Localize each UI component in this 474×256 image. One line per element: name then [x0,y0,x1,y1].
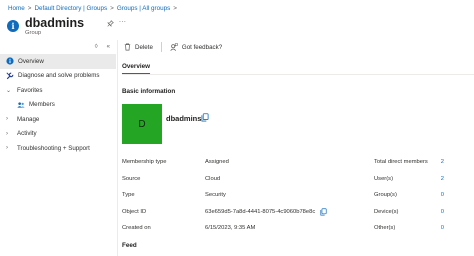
feed-heading: Feed [122,242,137,249]
sidebar-item-label: Favorites [17,86,43,94]
delete-button[interactable]: Delete [124,43,153,51]
breadcrumb-home[interactable]: Home [8,5,25,12]
people-icon [17,101,25,109]
toolbar-separator [160,42,162,52]
property-row: Membership type Assigned [122,154,332,171]
feedback-button[interactable]: Got feedback? [170,43,222,51]
stat-value-link[interactable]: 0 [441,225,444,231]
property-label: Type [122,192,135,199]
sidebar-item-diagnose[interactable]: Diagnose and solve problems [0,69,116,84]
collapse-icon[interactable]: « [107,44,110,50]
pin-icon[interactable] [107,19,114,27]
stat-row: Total direct members 2 [374,154,444,171]
stat-label: Total direct members [374,159,428,166]
delete-label: Delete [135,43,153,51]
stat-row: Other(s) 0 [374,220,444,237]
sidebar: ◊ « Overview Diagnose and solve problems… [0,40,116,156]
stat-row: User(s) 2 [374,171,444,188]
tab-overview[interactable]: Overview [122,63,150,70]
tab-divider [122,74,474,75]
page-header: i dbadmins Group ... [7,15,126,37]
basic-information-heading: Basic information [122,88,176,95]
page-subtitle: Group [25,29,42,36]
sidebar-item-favorites[interactable]: ⌄ Favorites [0,83,116,98]
sidebar-item-activity[interactable]: › Activity [0,127,116,142]
title-block: dbadmins Group ... [25,15,126,36]
page-title: dbadmins [25,15,85,30]
chevron-right-icon: › [6,116,8,123]
sidebar-item-label: Manage [17,115,40,123]
breadcrumb-separator: > [27,4,32,12]
sidebar-item-overview[interactable]: Overview [0,54,116,69]
breadcrumb-default-directory-groups[interactable]: Default Directory | Groups [34,5,107,12]
more-options-icon[interactable]: ... [119,17,126,24]
property-row: Object ID 63e659d5-7a8d-4441-8075-4c9060… [122,204,332,221]
chevron-down-icon: ⌄ [6,87,12,94]
property-label: Membership type [122,159,167,166]
stat-value-link[interactable]: 2 [441,159,444,165]
stat-value-link[interactable]: 0 [441,192,444,198]
sidebar-item-troubleshooting[interactable]: › Troubleshooting + Support [0,141,116,156]
avatar: D [122,104,162,144]
breadcrumb: Home > Default Directory | Groups > Grou… [8,3,180,13]
property-row: Created on 6/15/2023, 9:35 AM [122,220,332,237]
command-bar: Delete Got feedback? [124,41,234,53]
property-value: 6/15/2023, 9:35 AM [205,225,256,232]
trash-icon [124,43,135,51]
sidebar-toggle-bar: ◊ « [0,40,116,54]
sidebar-item-manage[interactable]: › Manage [0,112,116,127]
stat-row: Group(s) 0 [374,187,444,204]
stat-label: Device(s) [374,208,399,215]
sidebar-item-label: Activity [17,130,37,138]
stat-value-link[interactable]: 0 [441,209,444,215]
copy-icon[interactable] [201,113,209,122]
copy-icon[interactable] [320,208,327,216]
breadcrumb-all-groups[interactable]: Groups | All groups [117,5,170,12]
property-value: Cloud [205,175,221,182]
sidebar-divider [117,40,118,256]
group-name: dbadmins [166,114,202,123]
feedback-label: Got feedback? [181,43,223,51]
property-label: Source [122,175,141,182]
stat-row: Device(s) 0 [374,204,444,221]
feedback-icon [170,43,182,51]
group-info-icon: i [7,20,19,32]
stat-value-link[interactable]: 2 [441,176,444,182]
stat-label: User(s) [374,175,393,182]
sidebar-item-label: Overview [18,57,44,65]
properties-list: Membership type Assigned Source Cloud Ty… [122,154,332,237]
member-stats: Total direct members 2 User(s) 2 Group(s… [374,154,444,237]
property-value: Assigned [205,159,229,166]
sidebar-item-label: Members [29,101,55,109]
stat-label: Group(s) [374,192,397,199]
object-id-wrapper: 63e659d5-7a8d-4441-8075-4c9060b78e8c [205,208,327,216]
info-icon [6,57,14,65]
chevron-right-icon: › [6,145,8,152]
sidebar-item-label: Troubleshooting + Support [17,144,90,152]
object-id-value: 63e659d5-7a8d-4441-8075-4c9060b78e8c [205,208,316,215]
property-label: Created on [122,225,151,232]
breadcrumb-separator: > [110,4,114,12]
property-row: Type Security [122,187,332,204]
sidebar-item-members[interactable]: Members [0,98,116,113]
property-label: Object ID [122,208,147,215]
sort-icon[interactable]: ◊ [95,44,98,50]
property-value: Security [205,192,226,199]
stat-label: Other(s) [374,225,396,232]
sidebar-item-label: Diagnose and solve problems [18,72,100,80]
breadcrumb-separator: > [173,4,177,12]
property-row: Source Cloud [122,171,332,188]
wrench-icon [6,72,14,80]
chevron-right-icon: › [6,130,8,137]
